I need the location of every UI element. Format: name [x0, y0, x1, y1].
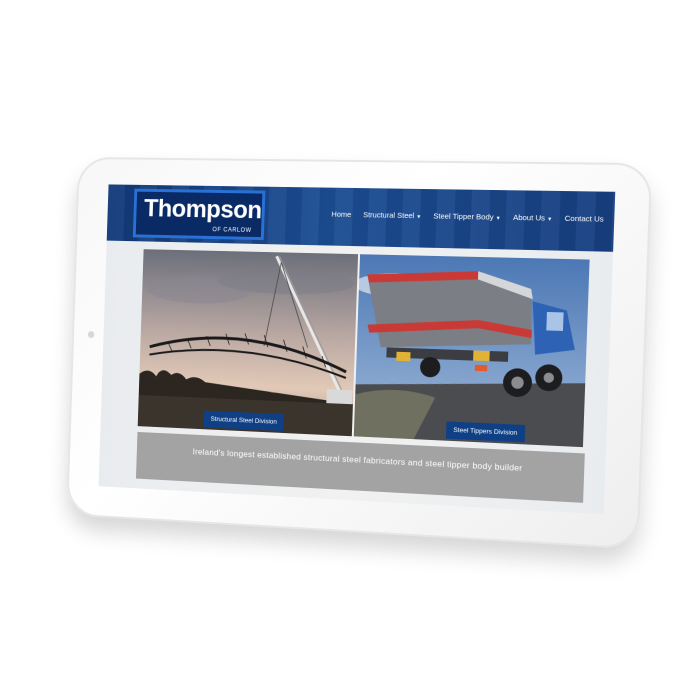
caret-down-icon: ▼: [546, 216, 553, 223]
main-navigation: Home Structural Steel ▼ Steel Tipper Body…: [331, 210, 604, 224]
tablet-screen: Thompson OF CARLOW Home Structural Steel…: [98, 184, 616, 515]
nav-contact-us[interactable]: Contact Us: [565, 214, 604, 224]
device-mockup: Thompson OF CARLOW Home Structural Steel…: [0, 0, 700, 700]
caret-down-icon: ▼: [495, 215, 501, 222]
nav-steel-tipper-body[interactable]: Steel Tipper Body ▼: [433, 211, 501, 221]
nav-structural-steel[interactable]: Structural Steel ▼: [363, 210, 421, 220]
logo-subtitle: OF CARLOW: [212, 227, 252, 234]
nav-home-label: Home: [331, 209, 352, 219]
main-content: Structural Steel Division Steel Tippers …: [98, 240, 614, 515]
structural-steel-panel[interactable]: Structural Steel Division: [137, 249, 359, 437]
nav-about-us[interactable]: About Us ▼: [513, 213, 552, 223]
site-logo[interactable]: Thompson OF CARLOW: [132, 188, 266, 241]
steel-tippers-caption[interactable]: Steel Tippers Division: [445, 421, 525, 443]
home-button-icon: [87, 331, 95, 338]
steel-tippers-panel[interactable]: Steel Tippers Division: [353, 254, 590, 448]
tipper-truck-photo: [353, 254, 590, 448]
nav-structural-steel-label: Structural Steel: [362, 210, 415, 221]
tagline-text: Ireland's longest established structural…: [192, 446, 523, 473]
logo-title: Thompson: [143, 194, 263, 225]
nav-contact-us-label: Contact Us: [564, 213, 604, 224]
tablet-frame: Thompson OF CARLOW Home Structural Steel…: [66, 156, 653, 550]
nav-home[interactable]: Home: [331, 210, 351, 219]
bridge-photo: [137, 249, 359, 437]
nav-steel-tipper-body-label: Steel Tipper Body: [433, 211, 494, 222]
nav-about-us-label: About Us: [512, 212, 546, 223]
caret-down-icon: ▼: [416, 214, 422, 221]
